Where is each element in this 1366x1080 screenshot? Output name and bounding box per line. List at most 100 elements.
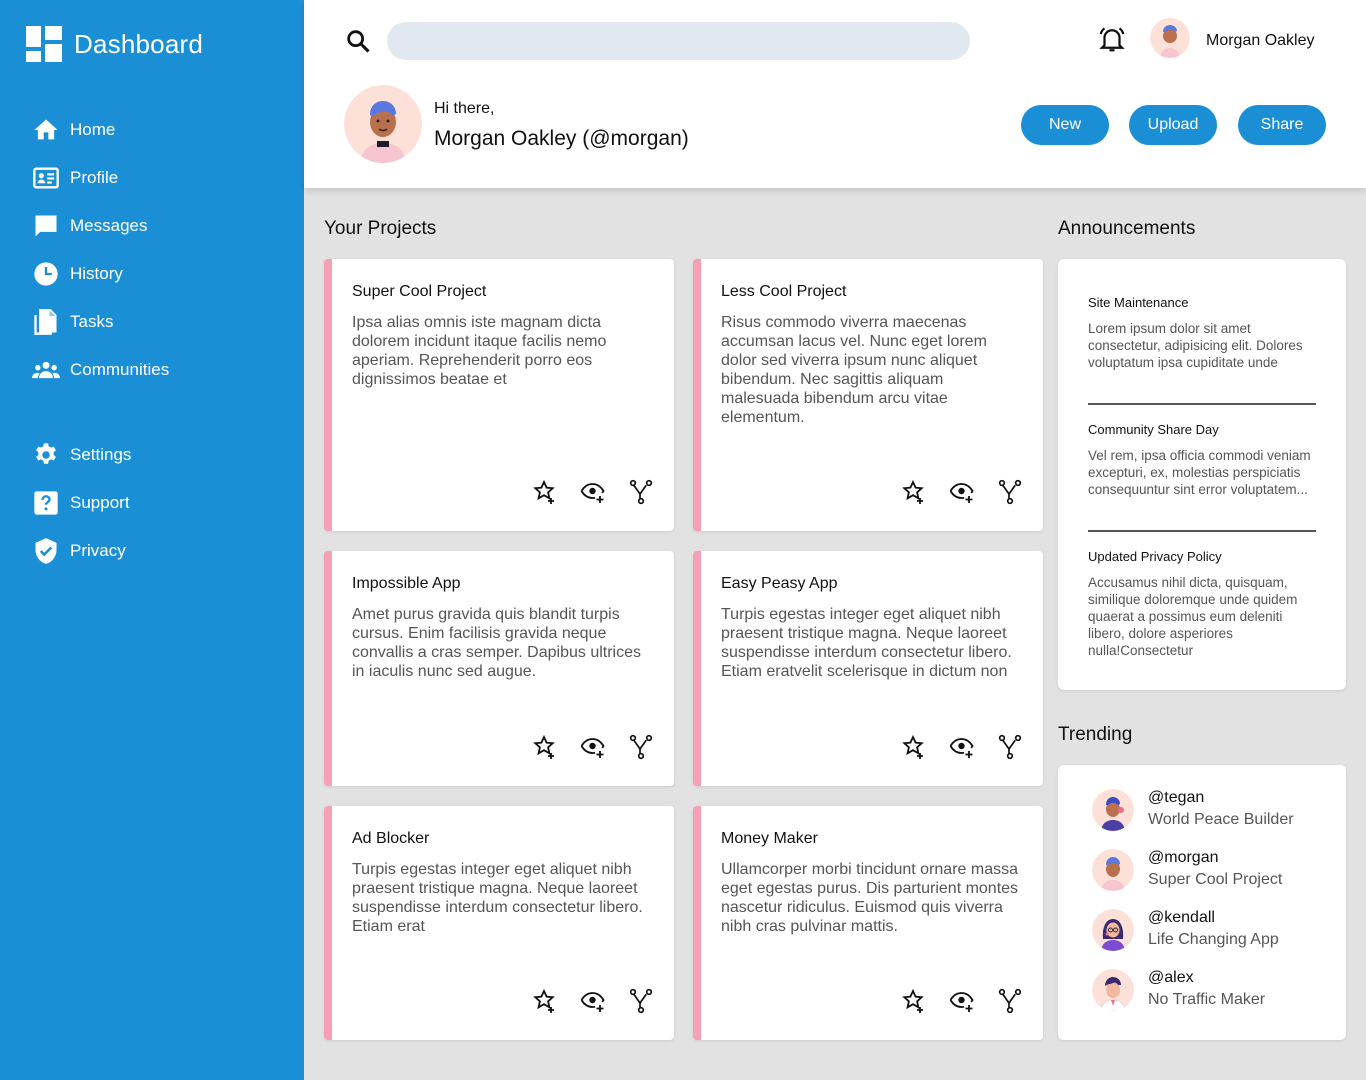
fork-icon[interactable] bbox=[997, 479, 1023, 505]
share-button[interactable]: Share bbox=[1238, 105, 1326, 145]
fork-icon[interactable] bbox=[628, 988, 654, 1014]
trending-item[interactable]: @morgan Super Cool Project bbox=[1092, 847, 1282, 891]
sidebar-item-tasks[interactable]: Tasks bbox=[32, 298, 282, 346]
project-card[interactable]: Easy Peasy App Turpis egestas integer eg… bbox=[693, 551, 1043, 786]
announcements-title: Announcements bbox=[1058, 218, 1196, 239]
project-title: Super Cool Project bbox=[352, 283, 487, 300]
sidebar-item-label: History bbox=[70, 264, 123, 283]
watch-add-icon[interactable] bbox=[580, 479, 606, 505]
announcement-item[interactable]: Site Maintenance Lorem ipsum dolor sit a… bbox=[1088, 295, 1316, 371]
watch-add-icon[interactable] bbox=[949, 479, 975, 505]
trending-item[interactable]: @kendall Life Changing App bbox=[1092, 907, 1279, 951]
trending-handle[interactable]: @tegan bbox=[1148, 787, 1294, 809]
announcement-body: Lorem ipsum dolor sit amet consectetur, … bbox=[1088, 321, 1303, 370]
trending-item[interactable]: @tegan World Peace Builder bbox=[1092, 787, 1294, 831]
sidebar-item-profile[interactable]: Profile bbox=[32, 154, 282, 202]
watch-add-icon[interactable] bbox=[949, 988, 975, 1014]
group-icon bbox=[32, 361, 60, 379]
documents-icon bbox=[34, 309, 57, 335]
card-actions bbox=[532, 479, 654, 505]
fork-icon[interactable] bbox=[628, 734, 654, 760]
fork-icon[interactable] bbox=[997, 734, 1023, 760]
project-description: Turpis egestas integer eget aliquet nibh… bbox=[721, 606, 1012, 680]
project-description: Turpis egestas integer eget aliquet nibh… bbox=[352, 861, 643, 935]
trending-handle[interactable]: @kendall bbox=[1148, 907, 1279, 929]
project-card[interactable]: Money Maker Ullamcorper morbi tincidunt … bbox=[693, 806, 1043, 1040]
sidebar-item-settings[interactable]: Settings bbox=[32, 431, 282, 479]
sidebar-item-label: Tasks bbox=[70, 312, 114, 331]
announcement-item[interactable]: Updated Privacy Policy Accusamus nihil d… bbox=[1088, 549, 1316, 659]
watch-add-icon[interactable] bbox=[949, 734, 975, 760]
message-icon bbox=[35, 215, 57, 237]
trending-project: Super Cool Project bbox=[1148, 871, 1283, 888]
star-add-icon[interactable] bbox=[901, 734, 927, 760]
card-actions bbox=[901, 734, 1023, 760]
project-title: Money Maker bbox=[721, 830, 818, 847]
star-add-icon[interactable] bbox=[532, 734, 558, 760]
star-add-icon[interactable] bbox=[532, 479, 558, 505]
avatar bbox=[1092, 909, 1134, 951]
profile-card-icon bbox=[33, 167, 59, 189]
fork-icon[interactable] bbox=[628, 479, 654, 505]
watch-add-icon[interactable] bbox=[580, 734, 606, 760]
home-icon bbox=[34, 119, 58, 140]
avatar bbox=[1092, 849, 1134, 891]
star-add-icon[interactable] bbox=[901, 988, 927, 1014]
greeting-label: Hi there, bbox=[434, 100, 495, 117]
search-icon[interactable] bbox=[344, 27, 372, 55]
trending-handle[interactable]: @alex bbox=[1148, 967, 1265, 989]
announcement-body: Vel rem, ipsa officia commodi veniam exc… bbox=[1088, 448, 1311, 497]
brand[interactable]: Dashboard bbox=[26, 26, 203, 62]
card-actions bbox=[901, 479, 1023, 505]
app-title: Dashboard bbox=[74, 28, 203, 59]
fork-icon[interactable] bbox=[997, 988, 1023, 1014]
project-title: Less Cool Project bbox=[721, 283, 847, 300]
trending-handle[interactable]: @morgan bbox=[1148, 847, 1282, 869]
trending-project: No Traffic Maker bbox=[1148, 991, 1266, 1008]
new-button[interactable]: New bbox=[1021, 105, 1109, 145]
search-input[interactable] bbox=[387, 22, 970, 60]
user-name[interactable]: Morgan Oakley bbox=[1206, 32, 1315, 50]
sidebar-item-label: Privacy bbox=[70, 541, 126, 560]
project-card[interactable]: Ad Blocker Turpis egestas integer eget a… bbox=[324, 806, 674, 1040]
shield-check-icon bbox=[35, 538, 57, 564]
star-add-icon[interactable] bbox=[901, 479, 927, 505]
sidebar-item-privacy[interactable]: Privacy bbox=[32, 527, 282, 575]
sidebar-item-messages[interactable]: Messages bbox=[32, 202, 282, 250]
sidebar-item-communities[interactable]: Communities bbox=[32, 346, 282, 394]
card-actions bbox=[532, 988, 654, 1014]
profile-avatar bbox=[344, 85, 422, 163]
avatar bbox=[1092, 969, 1134, 1011]
card-actions bbox=[901, 988, 1023, 1014]
trending-title: Trending bbox=[1058, 724, 1133, 745]
announcement-body: Accusamus nihil dicta, quisquam, similiq… bbox=[1088, 575, 1298, 658]
main-nav: Home Profile Messages History Tasks Comm… bbox=[32, 106, 282, 394]
project-card[interactable]: Super Cool Project Ipsa alias omnis iste… bbox=[324, 259, 674, 531]
project-title: Ad Blocker bbox=[352, 830, 430, 847]
trending-item[interactable]: @alex No Traffic Maker bbox=[1092, 967, 1265, 1011]
announcement-item[interactable]: Community Share Day Vel rem, ipsa offici… bbox=[1088, 422, 1316, 498]
header: Morgan Oakley Hi there, Morgan Oakley (@… bbox=[304, 0, 1366, 188]
announcements-panel: Site Maintenance Lorem ipsum dolor sit a… bbox=[1058, 259, 1346, 690]
sidebar: Dashboard Home Profile Messages History … bbox=[0, 0, 304, 1080]
user-avatar[interactable] bbox=[1150, 18, 1190, 58]
sidebar-item-support[interactable]: Support bbox=[32, 479, 282, 527]
sidebar-item-label: Communities bbox=[70, 360, 170, 379]
secondary-nav: Settings Support Privacy bbox=[32, 431, 282, 575]
upload-button[interactable]: Upload bbox=[1129, 105, 1217, 145]
bell-icon[interactable] bbox=[1097, 24, 1127, 54]
watch-add-icon[interactable] bbox=[580, 988, 606, 1014]
trending-project: World Peace Builder bbox=[1148, 811, 1294, 828]
project-card[interactable]: Impossible App Amet purus gravida quis b… bbox=[324, 551, 674, 786]
clock-icon bbox=[34, 262, 58, 286]
sidebar-item-history[interactable]: History bbox=[32, 250, 282, 298]
sidebar-item-label: Settings bbox=[70, 445, 132, 464]
project-description: Amet purus gravida quis blandit turpis c… bbox=[352, 606, 642, 680]
star-add-icon[interactable] bbox=[532, 988, 558, 1014]
projects-title: Your Projects bbox=[324, 218, 437, 239]
card-actions bbox=[532, 734, 654, 760]
project-description: Ullamcorper morbi tincidunt ornare massa… bbox=[721, 861, 1019, 935]
sidebar-item-home[interactable]: Home bbox=[32, 106, 282, 154]
gear-icon bbox=[36, 443, 56, 464]
project-card[interactable]: Less Cool Project Risus commodo viverra … bbox=[693, 259, 1043, 531]
